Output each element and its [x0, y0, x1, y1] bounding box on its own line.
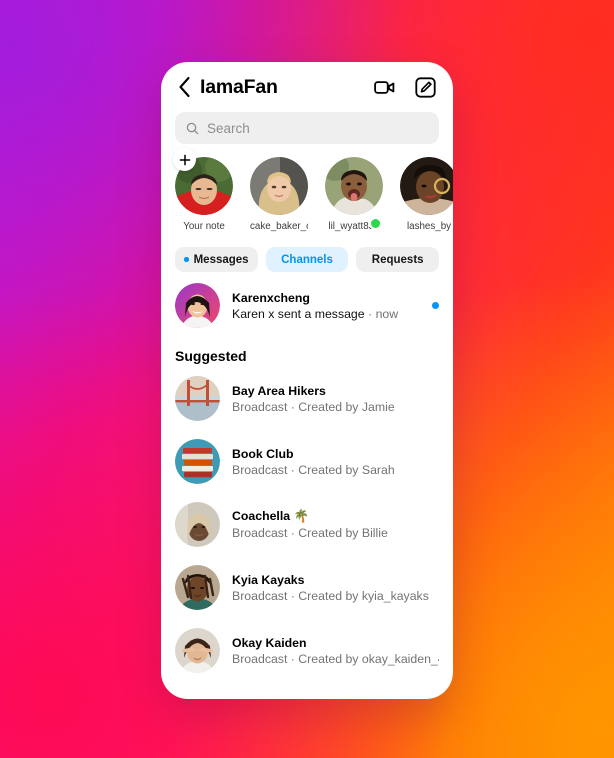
suggested-subtitle: Broadcast · Created by okay_kaiden_459 — [232, 651, 439, 666]
avatar — [325, 157, 383, 215]
filter-pill-messages[interactable]: Messages — [175, 247, 258, 272]
phone-mockup-card: IamaFan Search Your note cake_baker_cj l… — [161, 62, 453, 699]
search-placeholder: Search — [207, 120, 250, 136]
story-label: lashes_by — [406, 221, 452, 232]
suggested-subtitle: Broadcast · Created by Sarah — [232, 462, 395, 477]
story-label: cake_baker_cj — [250, 221, 308, 232]
suggested-row-okay-kaiden[interactable]: Okay Kaiden Broadcast · Created by okay_… — [161, 619, 453, 682]
avatar — [175, 502, 220, 547]
conversation-text: Karenxcheng Karen x sent a message · now — [232, 291, 426, 321]
unread-dot-icon — [184, 257, 189, 262]
back-chevron-icon[interactable] — [176, 75, 193, 99]
suggested-section-title: Suggested — [175, 348, 247, 364]
avatar — [175, 439, 220, 484]
suggested-name: Okay Kaiden — [232, 635, 307, 650]
avatar — [175, 283, 220, 328]
filter-pill-label: Channels — [281, 253, 333, 266]
preview-text: Karen x sent a message — [232, 306, 365, 321]
suggested-name: Coachella 🌴 — [232, 509, 309, 523]
story-lashes-by[interactable]: lashes_by — [400, 157, 453, 232]
filter-pill-label: Messages — [193, 253, 249, 266]
filter-pill-requests[interactable]: Requests — [356, 247, 440, 272]
suggested-row-bay-area-hikers[interactable]: Bay Area Hikers Broadcast · Created by J… — [161, 367, 453, 430]
suggested-text: Coachella 🌴 Broadcast · Created by Billi… — [232, 509, 439, 540]
suggested-text: Book Club Broadcast · Created by Sarah — [232, 447, 439, 477]
video-camera-icon[interactable] — [373, 76, 396, 99]
story-label: Your note — [183, 221, 225, 232]
suggested-name: Book Club — [232, 446, 294, 461]
suggested-row-kyia-kayaks[interactable]: Kyia Kayaks Broadcast · Created by kyia_… — [161, 556, 453, 619]
suggested-subtitle: Broadcast · Created by Jamie — [232, 399, 395, 414]
search-input[interactable]: Search — [175, 112, 439, 144]
online-status-dot — [369, 217, 382, 230]
stories-tray[interactable]: Your note cake_baker_cj lil_wyatt838 las… — [161, 144, 453, 232]
suggested-text: Okay Kaiden Broadcast · Created by okay_… — [232, 636, 439, 666]
unread-indicator-dot — [432, 302, 439, 309]
suggested-text: Bay Area Hikers Broadcast · Created by J… — [232, 384, 439, 414]
suggested-name: Kyia Kayaks — [232, 572, 305, 587]
suggested-row-book-club[interactable]: Book Club Broadcast · Created by Sarah — [161, 430, 453, 493]
avatar — [175, 628, 220, 673]
story-your-note[interactable]: Your note — [173, 148, 233, 232]
conversation-preview: Karen x sent a message · now — [232, 307, 426, 321]
avatar — [175, 376, 220, 421]
avatar — [175, 565, 220, 610]
page-title: IamaFan — [200, 75, 278, 98]
avatar — [400, 157, 453, 215]
compose-edit-icon[interactable] — [414, 76, 437, 99]
app-header: IamaFan — [161, 62, 453, 103]
suggested-name: Bay Area Hikers — [232, 383, 326, 398]
story-lil-wyatt838[interactable]: lil_wyatt838 — [325, 157, 383, 232]
story-cake-baker-cj[interactable]: cake_baker_cj — [250, 157, 308, 232]
filter-pills: Messages Channels Requests — [161, 232, 453, 272]
plus-icon[interactable] — [173, 148, 196, 171]
suggested-text: Kyia Kayaks Broadcast · Created by kyia_… — [232, 573, 439, 603]
preview-time: now — [375, 306, 399, 321]
filter-pill-channels[interactable]: Channels — [265, 247, 349, 272]
filter-pill-label: Requests — [371, 253, 424, 266]
suggested-subtitle: Broadcast · Created by Billie — [232, 526, 388, 540]
suggested-subtitle: Broadcast · Created by kyia_kayaks — [232, 588, 429, 603]
preview-separator: · — [368, 306, 373, 321]
conversation-row[interactable]: Karenxcheng Karen x sent a message · now — [161, 272, 453, 337]
conversation-name: Karenxcheng — [232, 290, 310, 305]
search-icon — [186, 122, 199, 134]
suggested-row-coachella[interactable]: Coachella 🌴 Broadcast · Created by Billi… — [161, 493, 453, 556]
avatar — [250, 157, 308, 215]
